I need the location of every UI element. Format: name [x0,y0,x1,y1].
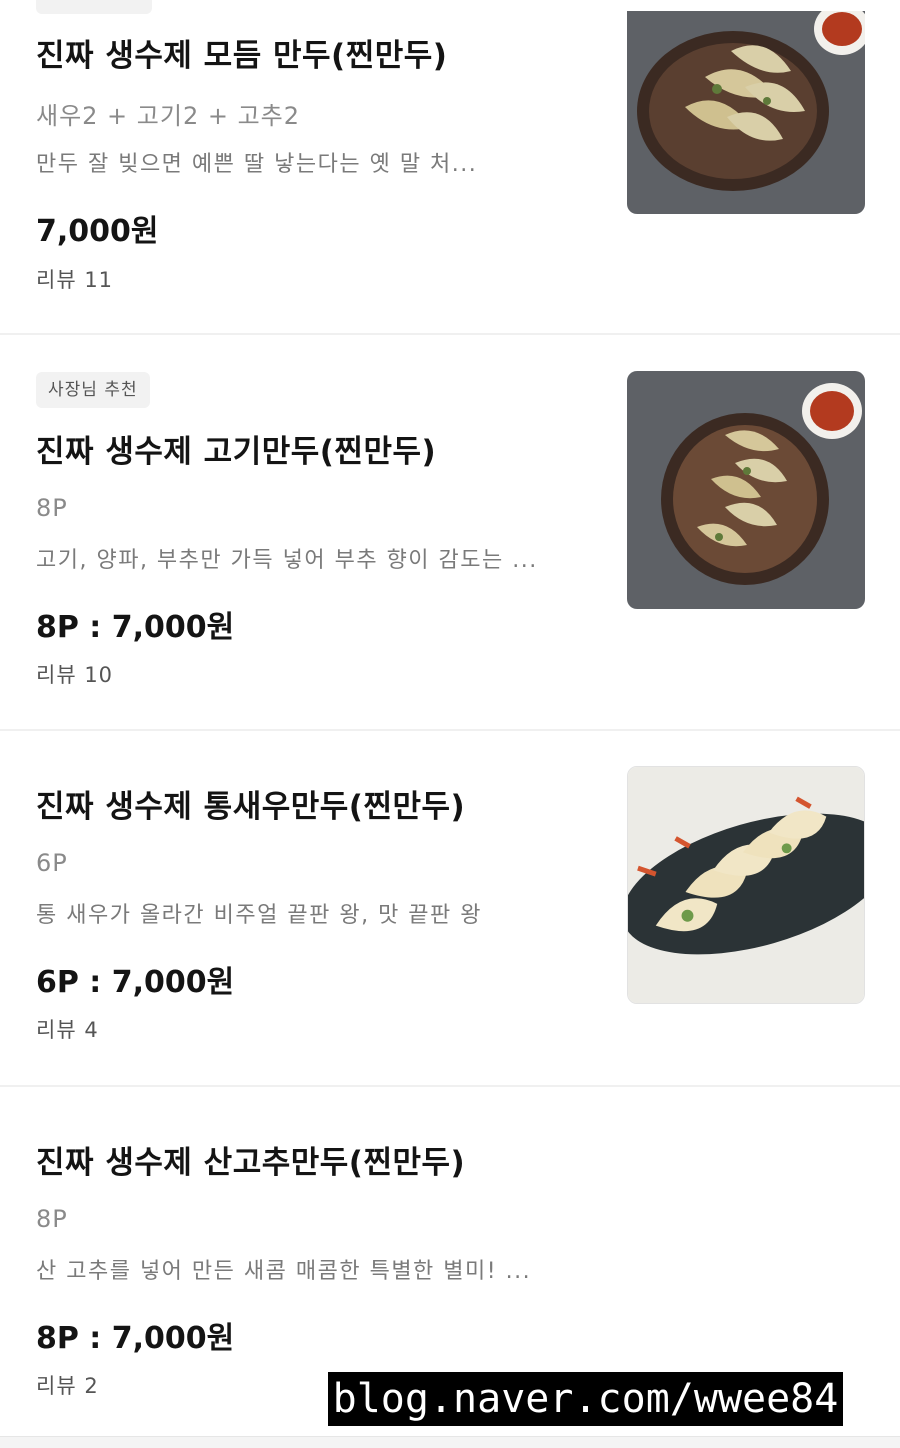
list-item[interactable]: 진짜 생수제 모듬 만두(찐만두) 새우2 + 고기2 + 고추2 만두 잘 빚… [0,0,900,334]
item-price: 7,000원 [36,214,159,249]
badge-stub [36,0,152,14]
item-thumbnail[interactable] [627,766,865,1004]
steamed-dumplings-plate-icon [627,11,865,214]
item-title: 진짜 생수제 통새우만두(찐만두) [36,789,466,825]
item-option: 8P [36,494,68,522]
item-title: 진짜 생수제 산고추만두(찐만두) [36,1145,466,1181]
list-item[interactable]: 사장님 추천 진짜 생수제 고기만두(찐만두) 8P 고기, 양파, 부추만 가… [0,336,900,729]
item-description: 산 고추를 넣어 만든 새콤 매콤한 특별한 별미! ... [36,1259,532,1284]
item-thumbnail[interactable] [627,11,865,214]
item-price: 6P : 7,000원 [36,965,235,1000]
item-review-count: 리뷰 11 [36,268,114,292]
item-price: 8P : 7,000원 [36,610,235,645]
item-description: 고기, 양파, 부추만 가득 넣어 부추 향이 감도는 ... [36,548,538,573]
divider [0,333,900,335]
item-review-count: 리뷰 4 [36,1018,99,1042]
item-review-count: 리뷰 10 [36,663,114,687]
blog-watermark: blog.naver.com/wwee84 [328,1372,843,1426]
steamed-dumplings-plate-icon [627,371,865,609]
item-option: 8P [36,1205,68,1233]
item-title: 진짜 생수제 고기만두(찐만두) [36,434,437,470]
item-title: 진짜 생수제 모듬 만두(찐만두) [36,38,448,74]
item-thumbnail[interactable] [627,371,865,609]
item-review-count: 리뷰 2 [36,1374,99,1398]
list-item[interactable]: 진짜 생수제 통새우만두(찐만두) 6P 통 새우가 올라간 비주얼 끝판 왕,… [0,731,900,1085]
bottom-bar [0,1436,900,1448]
item-price: 8P : 7,000원 [36,1321,235,1356]
recommend-badge: 사장님 추천 [36,372,150,408]
item-description: 통 새우가 올라간 비주얼 끝판 왕, 맛 끝판 왕 [36,903,483,928]
item-option: 6P [36,849,68,877]
item-option: 새우2 + 고기2 + 고추2 [36,102,301,130]
shrimp-dumplings-plate-icon [628,767,864,1003]
item-description: 만두 잘 빚으면 예쁜 딸 낳는다는 옛 말 처... [36,152,478,177]
